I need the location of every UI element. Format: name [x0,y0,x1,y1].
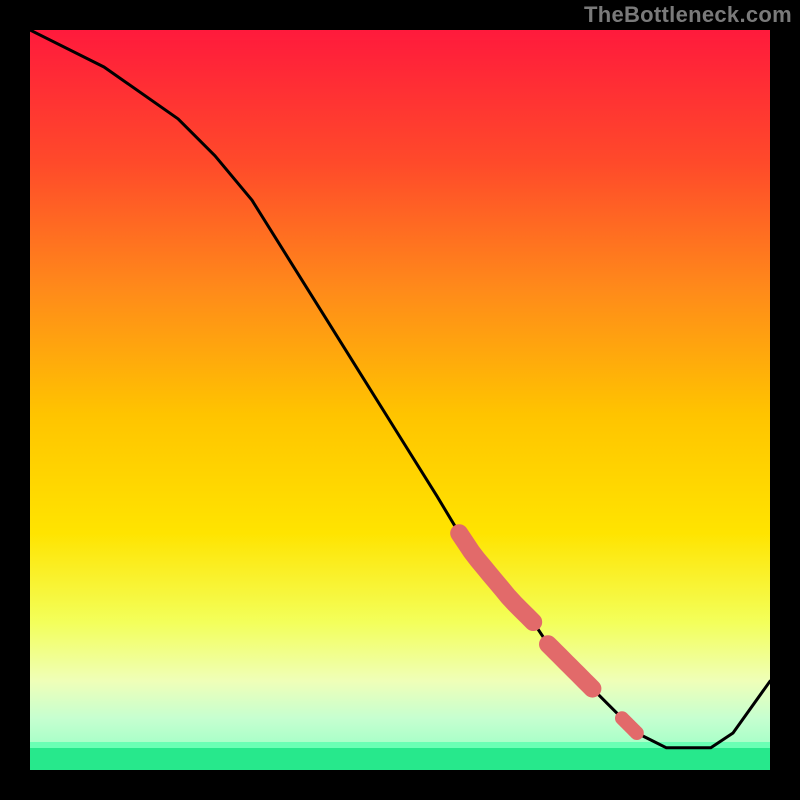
watermark-text: TheBottleneck.com [584,2,792,28]
chart-frame: TheBottleneck.com [0,0,800,800]
gradient-background [30,30,770,770]
chart-svg [30,30,770,770]
plot-area [30,30,770,770]
green-floor [30,748,770,770]
